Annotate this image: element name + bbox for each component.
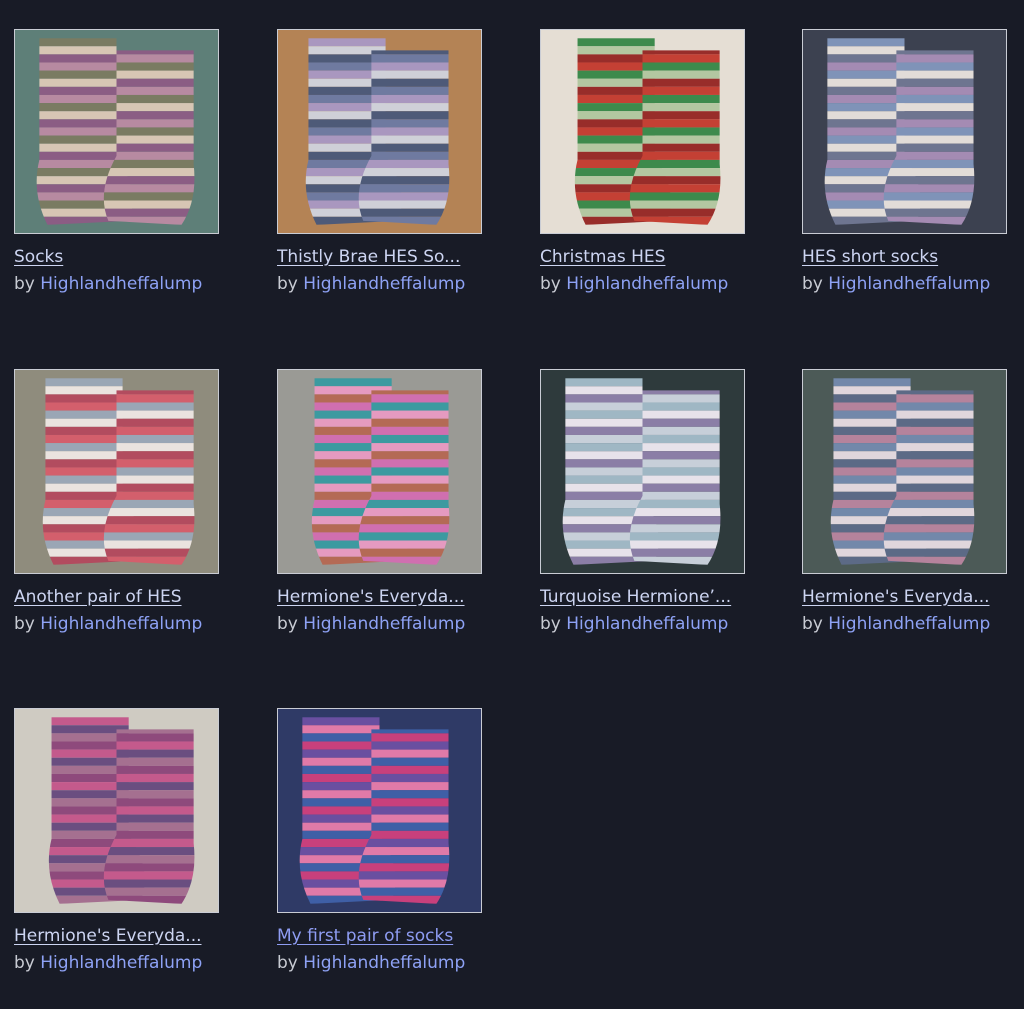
project-thumbnail[interactable] [277, 369, 482, 574]
project-title-link[interactable]: HES short socks [802, 246, 997, 268]
project-grid: Socks by Highlandheffalump Thistly Brae … [0, 0, 1024, 1009]
project-thumbnail[interactable] [14, 369, 219, 574]
sock-photo [541, 30, 744, 233]
sock-photo [15, 30, 218, 233]
project-thumbnail[interactable] [14, 29, 219, 234]
project-thumbnail[interactable] [802, 369, 1007, 574]
by-label: by [802, 614, 823, 634]
project-title-link[interactable]: Hermione's Everyda... [14, 925, 209, 947]
project-byline: by Highlandheffalump [540, 613, 780, 635]
sock-photo [278, 709, 481, 912]
project-card: Hermione's Everyda... by Highlandheffalu… [802, 369, 1024, 635]
project-byline: by Highlandheffalump [540, 273, 780, 295]
sock-photo [278, 370, 481, 573]
author-link[interactable]: Highlandheffalump [828, 614, 990, 634]
project-card: Hermione's Everyda... by Highlandheffalu… [277, 369, 517, 635]
author-link[interactable]: Highlandheffalump [828, 274, 990, 294]
project-title-link[interactable]: Hermione's Everyda... [802, 586, 997, 608]
by-label: by [540, 274, 561, 294]
project-title-link[interactable]: Another pair of HES [14, 586, 209, 608]
author-link[interactable]: Highlandheffalump [40, 274, 202, 294]
project-byline: by Highlandheffalump [277, 613, 517, 635]
project-title-link[interactable]: My first pair of socks [277, 925, 472, 947]
project-byline: by Highlandheffalump [14, 613, 254, 635]
project-title-link[interactable]: Turquoise Hermione’... [540, 586, 735, 608]
sock-photo [803, 30, 1006, 233]
project-thumbnail[interactable] [14, 708, 219, 913]
project-card: Hermione's Everyda... by Highlandheffalu… [14, 708, 254, 974]
project-title-link[interactable]: Thistly Brae HES So... [277, 246, 472, 268]
author-link[interactable]: Highlandheffalump [40, 953, 202, 973]
project-thumbnail[interactable] [277, 708, 482, 913]
sock-photo [15, 709, 218, 912]
project-card: Another pair of HES by Highlandheffalump [14, 369, 254, 635]
by-label: by [14, 614, 35, 634]
author-link[interactable]: Highlandheffalump [566, 614, 728, 634]
project-byline: by Highlandheffalump [14, 273, 254, 295]
by-label: by [14, 953, 35, 973]
project-byline: by Highlandheffalump [802, 273, 1024, 295]
project-thumbnail[interactable] [540, 29, 745, 234]
project-card: Turquoise Hermione’... by Highlandheffal… [540, 369, 780, 635]
project-card: Socks by Highlandheffalump [14, 29, 254, 295]
author-link[interactable]: Highlandheffalump [303, 274, 465, 294]
by-label: by [802, 274, 823, 294]
project-byline: by Highlandheffalump [277, 273, 517, 295]
by-label: by [277, 953, 298, 973]
author-link[interactable]: Highlandheffalump [566, 274, 728, 294]
project-thumbnail[interactable] [802, 29, 1007, 234]
author-link[interactable]: Highlandheffalump [303, 953, 465, 973]
by-label: by [277, 274, 298, 294]
project-card: Christmas HES by Highlandheffalump [540, 29, 780, 295]
project-title-link[interactable]: Socks [14, 246, 209, 268]
sock-photo [803, 370, 1006, 573]
project-thumbnail[interactable] [540, 369, 745, 574]
sock-photo [15, 370, 218, 573]
project-byline: by Highlandheffalump [14, 952, 254, 974]
project-thumbnail[interactable] [277, 29, 482, 234]
project-title-link[interactable]: Hermione's Everyda... [277, 586, 472, 608]
project-byline: by Highlandheffalump [802, 613, 1024, 635]
author-link[interactable]: Highlandheffalump [40, 614, 202, 634]
project-title-link[interactable]: Christmas HES [540, 246, 735, 268]
by-label: by [277, 614, 298, 634]
project-card: Thistly Brae HES So... by Highlandheffal… [277, 29, 517, 295]
project-byline: by Highlandheffalump [277, 952, 517, 974]
by-label: by [540, 614, 561, 634]
by-label: by [14, 274, 35, 294]
project-card: HES short socks by Highlandheffalump [802, 29, 1024, 295]
sock-photo [541, 370, 744, 573]
sock-photo [278, 30, 481, 233]
author-link[interactable]: Highlandheffalump [303, 614, 465, 634]
project-card: My first pair of socks by Highlandheffal… [277, 708, 517, 974]
